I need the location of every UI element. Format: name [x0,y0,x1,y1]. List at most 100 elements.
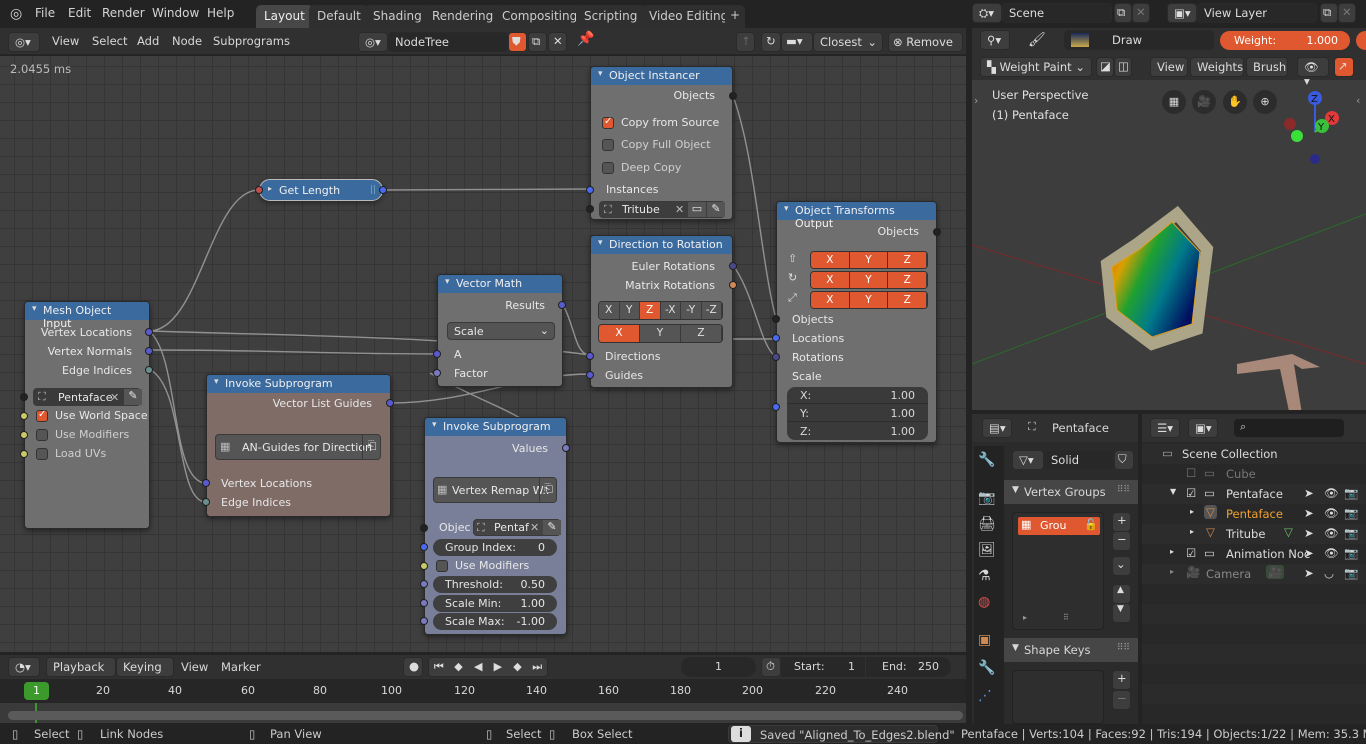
include-checkbox[interactable]: ☑ [1186,486,1196,500]
delete-scene-icon[interactable]: ✕ [1132,3,1150,23]
unlink-tree-icon[interactable]: ✕ [548,32,567,52]
socket-guides[interactable] [586,371,594,379]
outliner-row-tritube[interactable]: ▸ ▽ Tritube ▽ ➤ 👁 📷 [1142,524,1364,544]
shading-icon[interactable]: ▽▾ [1012,450,1044,470]
copy-from-source-checkbox[interactable] [602,116,614,129]
scale-x-field[interactable]: X: 1.00 [787,387,928,404]
tab-view-layer-icon[interactable]: 🖼 [978,542,996,558]
remove-button[interactable]: ⊗ Remove [888,32,963,52]
track-axis-z[interactable]: Z [640,302,661,319]
brush-icon[interactable]: 🖌 [1028,32,1046,48]
pin-icon[interactable]: 📌 [577,31,594,47]
shield-icon[interactable]: ⛉ [1114,450,1134,470]
rotation-x-toggle[interactable]: X [811,272,850,288]
node-get-length[interactable]: ▸ Get Length || [255,179,387,201]
tab-scripting[interactable]: Scripting [576,5,646,28]
node-object-transforms-output[interactable]: Object Transforms Output Objects ⇧ ↻ ⤢ X… [772,201,941,443]
node-direction-to-rotation[interactable]: Direction to Rotation Euler Rotations Ma… [586,235,737,388]
timeline-ruler[interactable]: 1 20 40 60 80 100 120 140 160 180 200 22… [0,679,966,703]
add-workspace-button[interactable]: + [725,5,746,28]
remove-vertex-group-button[interactable]: − [1112,531,1131,551]
guide-axis-selector[interactable]: X Y Z [598,324,723,343]
scale-max-field[interactable]: Scale Max: -1.00 [433,613,557,630]
timeline-menu-marker[interactable]: Marker [221,660,261,674]
socket-use-world-space[interactable] [20,412,28,420]
jump-end-icon[interactable]: ⏭ [527,658,547,676]
timeline-scrollbar[interactable] [8,711,963,720]
mask-face-icon[interactable]: ◪ [1096,57,1114,77]
menu-render[interactable]: Render [102,6,145,20]
end-frame-field[interactable]: End: 250 [866,657,951,677]
socket-rotations[interactable] [772,353,780,361]
socket-instances[interactable] [586,186,594,194]
expand-icon[interactable]: ▸ [1023,613,1027,622]
menu-node[interactable]: Node [172,34,202,48]
toolbar-expand-icon[interactable]: › [974,94,978,107]
menu-subprograms[interactable]: Subprograms [213,34,290,48]
camera-icon[interactable]: 📷 [1344,486,1358,500]
monitor-icon[interactable]: ▭ [688,202,706,217]
track-axis-selector[interactable]: X Y Z -X -Y -Z [598,301,723,320]
track-axis-neg-x[interactable]: -X [660,302,681,319]
location-axes-toggle[interactable]: X Y Z [810,251,928,269]
location-z-toggle[interactable]: Z [888,252,927,268]
socket-directions[interactable] [586,352,594,360]
location-y-toggle[interactable]: Y [849,252,889,268]
scale-min-field[interactable]: Scale Min: 1.00 [433,595,557,612]
socket-vector-list-guides[interactable] [386,399,394,407]
socket-objects-in[interactable] [772,315,780,323]
display-mode-icon[interactable]: ☰▾ [1150,418,1180,438]
strength-slider[interactable] [1356,31,1366,50]
socket-results[interactable] [558,301,566,309]
filter-icon[interactable]: ▣▾ [1188,418,1218,438]
socket-object[interactable] [586,205,594,213]
expand-icon[interactable]: ▸ [1170,547,1174,556]
editor-type-icon[interactable]: ◔▾ [8,657,40,677]
operation-dropdown[interactable]: Scale ⌄ [447,322,555,340]
socket-scale[interactable] [772,403,780,411]
move-up-button[interactable]: ▲ [1112,584,1131,604]
outliner-row-pentaface-object[interactable]: ▸ ▽ Pentaface ➤ 👁 📷 [1142,504,1364,524]
prev-keyframe-icon[interactable]: ◆ [449,658,469,676]
menu-add[interactable]: Add [137,34,159,48]
fake-user-shield-icon[interactable]: ⛊ [508,32,527,52]
rotation-axes-toggle[interactable]: X Y Z [810,271,928,289]
scale-y-toggle[interactable]: Y [849,292,889,308]
socket-load-uvs[interactable] [20,450,28,458]
status-message[interactable]: i Saved "Aligned_To_Edges2.blend" [728,725,955,743]
menu-select[interactable]: Select [92,34,127,48]
scale-x-toggle[interactable]: X [811,292,850,308]
vertex-group-item[interactable]: ▦ Grou 🔓 [1018,517,1100,535]
socket-factor[interactable] [433,369,441,377]
grid-view-icon[interactable]: ▦ [1162,90,1186,114]
next-keyframe-icon[interactable]: ◆ [508,658,528,676]
node-object-instancer[interactable]: Object Instancer Objects Copy from Sourc… [586,66,737,220]
jump-start-icon[interactable]: ⏮ [429,658,449,676]
socket-vertex-normals[interactable] [145,347,153,355]
menu-edit[interactable]: Edit [68,6,91,20]
3d-viewport[interactable]: ▚ Weight Paint ⌄ ◪ ◫ View Weights Brush … [972,54,1366,410]
drag-handle-icon[interactable]: ⠿⠿ [1117,643,1130,653]
node-vector-math[interactable]: Vector Math Results Scale ⌄ A Factor [433,274,566,387]
tab-compositing[interactable]: Compositing [494,5,586,28]
eye-icon[interactable]: 👁 [1324,486,1339,500]
tab-scene-icon[interactable]: ⚗ [978,568,991,584]
playback-menu[interactable]: Playback ⌄ [46,657,116,688]
camera-icon[interactable]: 📷 [1344,506,1358,520]
add-vertex-group-button[interactable]: + [1112,512,1131,532]
blender-logo-icon[interactable]: ◎ [10,6,22,22]
node-tree-type-icon[interactable]: ◎▾ [358,32,388,52]
tab-tool-icon[interactable]: 🔧 [978,452,995,468]
editor-type-icon[interactable]: ◎▾ [8,32,40,52]
node-mesh-object-input[interactable]: Mesh Object Input Vertex Locations Verte… [20,301,153,529]
include-checkbox[interactable]: ☑ [1186,546,1196,560]
threshold-field[interactable]: Threshold: 0.50 [433,576,557,593]
copy-full-object-checkbox[interactable] [602,139,614,151]
viewport-menu-weights[interactable]: Weights [1190,57,1244,77]
parent-tree-icon[interactable]: ↑ [736,32,755,52]
remove-shape-key-button[interactable]: − [1112,690,1131,710]
socket-locations[interactable] [772,334,780,342]
tab-world-icon[interactable]: ◍ [978,594,990,610]
tab-render-icon[interactable]: 📷 [978,490,995,506]
new-subprogram-icon[interactable]: ⎗ [539,478,557,502]
